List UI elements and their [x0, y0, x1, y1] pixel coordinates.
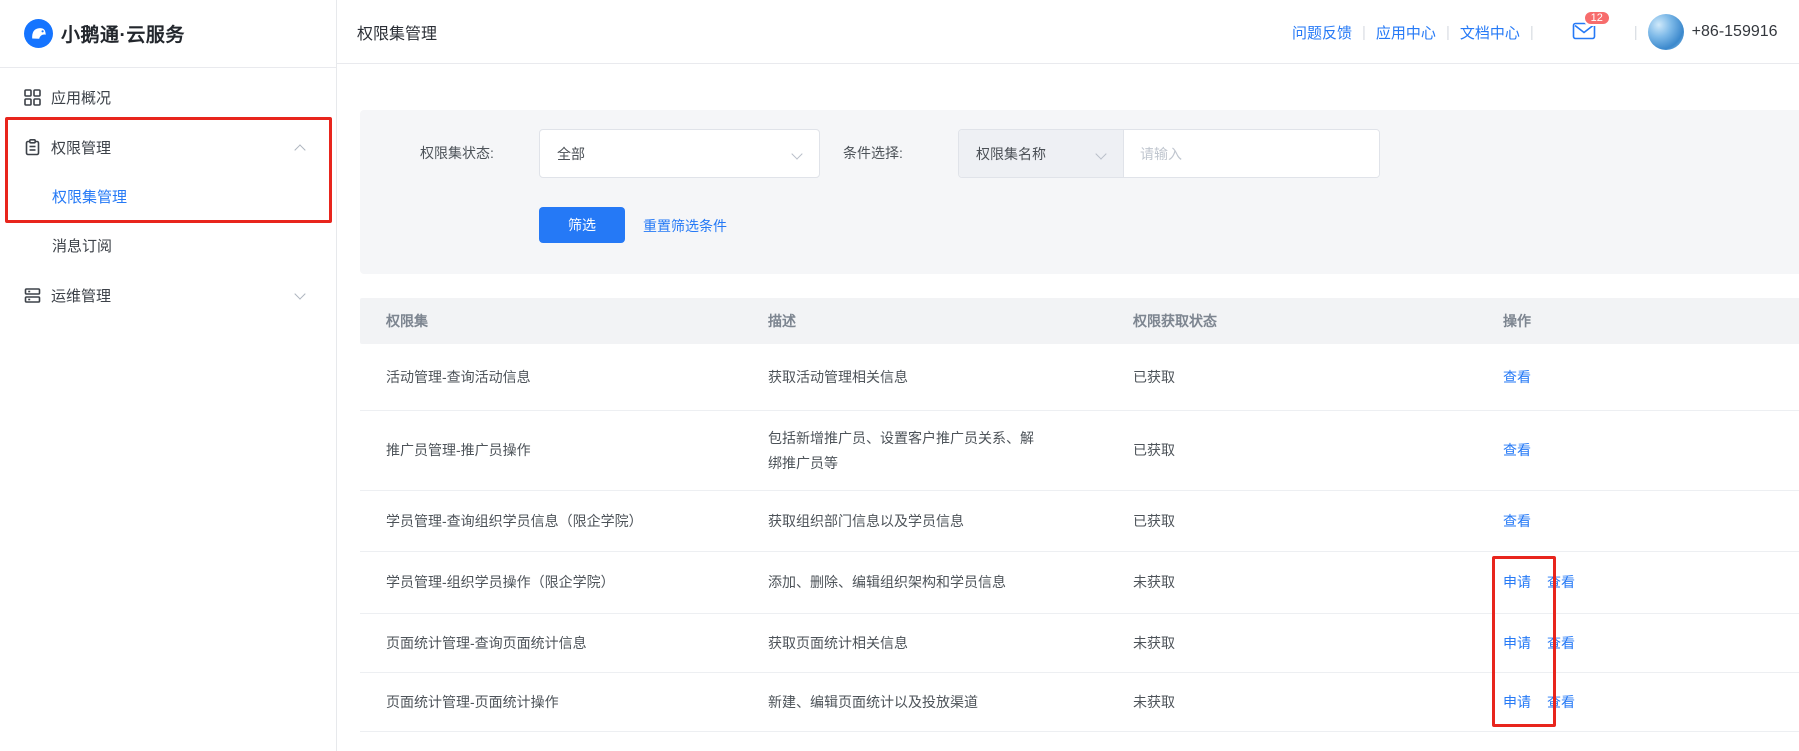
condition-combo: 权限集名称 [958, 129, 1380, 178]
divider: | [1634, 24, 1638, 41]
actions-cell: 申请查看 [1503, 690, 1799, 715]
permission-set-cell: 推广员管理-推广员操作 [360, 438, 768, 463]
description-cell: 新建、编辑页面统计以及投放渠道 [768, 690, 1040, 715]
sidebar-item-permission-set-mgmt[interactable]: 权限集管理 [0, 172, 336, 221]
view-link[interactable]: 查看 [1547, 574, 1575, 590]
reset-filters-link[interactable]: 重置筛选条件 [643, 216, 727, 236]
user-avatar[interactable] [1648, 14, 1684, 50]
actions-cell: 申请查看 [1503, 570, 1799, 595]
permission-set-cell: 学员管理-查询组织学员信息（限企学院） [360, 509, 768, 534]
table-row: 学员管理-查询组织学员信息（限企学院）获取组织部门信息以及学员信息 已获取查看 [360, 490, 1799, 551]
table-row: 学员管理-组织学员操作（限企学院）添加、删除、编辑组织架构和学员信息 未获取申请查… [360, 551, 1799, 613]
column-header: 操作 [1503, 309, 1799, 334]
description-cell: 包括新增推广员、设置客户推广员关系、解绑推广员等 [768, 426, 1040, 476]
actions-cell: 查看 [1503, 509, 1799, 534]
chevron-down-icon [1095, 148, 1106, 159]
sidebar-nav: 应用概况 权限管理 权限集管理 消息订阅 [0, 68, 336, 320]
chevron-down-icon [791, 148, 802, 159]
filter-panel: 权限集状态: 全部 条件选择: 权限集名称 筛选 重置筛选条件 [360, 110, 1799, 274]
notification-badge: 12 [1583, 10, 1611, 26]
sidebar-item-ops-mgmt[interactable]: 运维管理 [0, 270, 336, 320]
status-cell: 已获取 [1133, 365, 1503, 390]
column-header: 描述 [768, 309, 1040, 334]
app-center-link[interactable]: 应用中心 [1376, 22, 1436, 43]
table-row: 活动管理-查询活动信息获取活动管理相关信息 已获取查看 [360, 344, 1799, 410]
doc-center-link[interactable]: 文档中心 [1460, 22, 1520, 43]
sidebar-item-message-subscribe[interactable]: 消息订阅 [0, 221, 336, 270]
description-cell: 添加、删除、编辑组织架构和学员信息 [768, 570, 1040, 595]
filter-button[interactable]: 筛选 [539, 207, 625, 243]
permission-set-cell: 页面统计管理-查询页面统计信息 [360, 631, 768, 656]
user-phone: +86-159916 [1692, 23, 1778, 41]
status-cell: 已获取 [1133, 509, 1503, 534]
view-link[interactable]: 查看 [1503, 369, 1531, 385]
description-cell: 获取页面统计相关信息 [768, 631, 1040, 656]
column-header: 权限集 [360, 309, 768, 334]
sidebar-item-label: 运维管理 [51, 285, 111, 306]
status-cell: 未获取 [1133, 631, 1503, 656]
status-cell: 未获取 [1133, 570, 1503, 595]
mail-button[interactable]: 12 [1572, 21, 1596, 43]
server-icon [24, 287, 41, 304]
header-links: 问题反馈 | 应用中心 | 文档中心 | 12 | +86-159916 [1292, 0, 1778, 64]
feedback-link[interactable]: 问题反馈 [1292, 22, 1352, 43]
apply-link[interactable]: 申请 [1503, 694, 1531, 710]
sidebar-item-label: 应用概况 [51, 87, 111, 108]
condition-field-select[interactable]: 权限集名称 [959, 130, 1124, 177]
actions-cell: 查看 [1503, 438, 1799, 463]
top-header: 权限集管理 问题反馈 | 应用中心 | 文档中心 | 12 | +86-1599… [337, 0, 1799, 64]
view-link[interactable]: 查看 [1547, 694, 1575, 710]
sidebar-item-label: 权限管理 [51, 137, 111, 158]
apply-link[interactable]: 申请 [1503, 635, 1531, 651]
chevron-up-icon [294, 144, 305, 155]
actions-cell: 查看 [1503, 365, 1799, 390]
status-cell: 已获取 [1133, 438, 1503, 463]
condition-field-value: 权限集名称 [976, 144, 1046, 164]
goose-logo-icon [24, 19, 53, 48]
view-link[interactable]: 查看 [1547, 635, 1575, 651]
status-cell: 未获取 [1133, 690, 1503, 715]
view-link[interactable]: 查看 [1503, 442, 1531, 458]
sidebar-item-app-overview[interactable]: 应用概况 [0, 72, 336, 122]
status-select-value: 全部 [557, 144, 585, 164]
view-link[interactable]: 查看 [1503, 513, 1531, 529]
table-header-row: 权限集描述 权限获取状态操作 [360, 298, 1799, 344]
status-select[interactable]: 全部 [539, 129, 820, 178]
description-cell: 获取活动管理相关信息 [768, 365, 1040, 390]
permission-set-cell: 页面统计管理-页面统计操作 [360, 690, 768, 715]
permission-table: 权限集描述权限获取状态操作 活动管理-查询活动信息获取活动管理相关信息已获取查看… [360, 298, 1799, 732]
page-title: 权限集管理 [357, 0, 437, 64]
actions-cell: 申请查看 [1503, 631, 1799, 656]
clipboard-icon [24, 139, 41, 156]
table-body: 活动管理-查询活动信息获取活动管理相关信息已获取查看推广员管理-推广员操作包括新… [360, 344, 1799, 732]
condition-search-input[interactable] [1124, 130, 1379, 177]
app-window: 小鹅通·云服务 应用概况 [0, 0, 1799, 751]
sidebar-subitem-label: 消息订阅 [52, 235, 112, 256]
condition-filter-label: 条件选择: [843, 143, 903, 163]
divider: | [1362, 24, 1366, 41]
sidebar: 小鹅通·云服务 应用概况 [0, 0, 337, 751]
brand-logo: 小鹅通·云服务 [0, 0, 336, 68]
brand-name: 小鹅通·云服务 [61, 20, 185, 47]
table-row: 页面统计管理-查询页面统计信息获取页面统计相关信息 未获取申请查看 [360, 613, 1799, 672]
description-cell: 获取组织部门信息以及学员信息 [768, 509, 1040, 534]
permission-set-cell: 活动管理-查询活动信息 [360, 365, 768, 390]
permission-set-cell: 学员管理-组织学员操作（限企学院） [360, 570, 768, 595]
sidebar-item-permission-mgmt[interactable]: 权限管理 [0, 122, 336, 172]
table-row: 推广员管理-推广员操作包括新增推广员、设置客户推广员关系、解绑推广员等 已获取查看 [360, 410, 1799, 490]
sidebar-subitem-label: 权限集管理 [52, 186, 127, 207]
app-grid-icon [24, 89, 41, 106]
chevron-down-icon [294, 288, 305, 299]
table-row: 页面统计管理-页面统计操作新建、编辑页面统计以及投放渠道 未获取申请查看 [360, 672, 1799, 732]
column-header: 权限获取状态 [1133, 309, 1503, 334]
divider: | [1530, 24, 1534, 41]
divider: | [1446, 24, 1450, 41]
apply-link[interactable]: 申请 [1503, 574, 1531, 590]
status-filter-label: 权限集状态: [420, 143, 494, 163]
